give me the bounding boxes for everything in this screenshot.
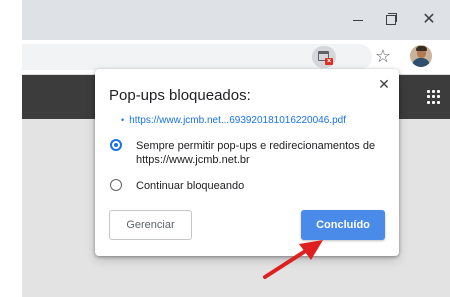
close-icon[interactable]: ✕	[418, 9, 440, 31]
manage-button[interactable]: Gerenciar	[109, 210, 192, 240]
popup-blocked-icon[interactable]: ×	[312, 46, 336, 68]
keep-blocking-radio[interactable]	[110, 179, 122, 191]
dialog-title: Pop-ups bloqueados:	[109, 87, 251, 104]
blocked-x-icon: ×	[325, 58, 333, 65]
minimize-icon[interactable]	[347, 9, 369, 31]
allow-popups-radio[interactable]	[110, 139, 122, 151]
keep-blocking-label[interactable]: Continuar bloqueando	[136, 179, 244, 193]
dialog-close-icon[interactable]: ✕	[376, 76, 392, 92]
red-arrow-annotation	[263, 240, 323, 279]
blocked-popup-link[interactable]: https://www.jcmb.net...69392018101622004…	[129, 115, 346, 126]
maximize-icon[interactable]	[380, 9, 402, 31]
apps-grid-icon[interactable]	[427, 90, 441, 104]
popup-blocked-dialog: Pop-ups bloqueados: ✕ • https://www.jcmb.…	[95, 69, 399, 256]
bullet-icon: •	[121, 115, 125, 125]
allow-popups-label[interactable]: Sempre permitir pop-ups e redirecionamen…	[136, 139, 386, 167]
profile-avatar[interactable]	[410, 45, 432, 67]
blocked-popup-link-item[interactable]: • https://www.jcmb.net...6939201810162200…	[121, 115, 346, 126]
bookmark-star-icon[interactable]: ☆	[372, 44, 394, 68]
